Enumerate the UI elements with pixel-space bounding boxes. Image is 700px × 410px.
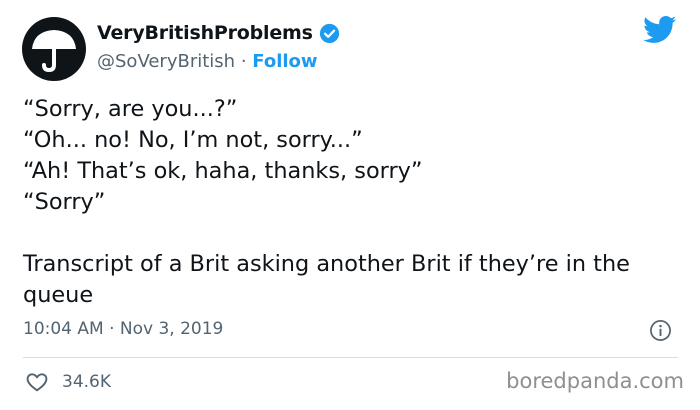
tweet-line-2: “Oh... no! No, I’m not, sorry...” (23, 127, 363, 153)
watermark: boredpanda.com (506, 369, 684, 393)
like-button[interactable]: 34.6K (25, 370, 111, 394)
author-name-row[interactable]: VeryBritishProblems (97, 22, 340, 44)
verified-badge-icon (319, 23, 339, 43)
heart-icon (26, 373, 48, 392)
tweet-caption: Transcript of a Brit asking another Brit… (23, 251, 630, 308)
twitter-bird-icon[interactable] (643, 16, 677, 44)
handle-row: @SoVeryBritish · Follow (97, 51, 318, 72)
like-count: 34.6K (62, 372, 111, 392)
follow-button[interactable]: Follow (252, 51, 317, 72)
umbrella-icon (32, 30, 76, 73)
timestamp-link[interactable]: 10:04 AM · Nov 3, 2019 (23, 319, 223, 339)
divider (23, 357, 678, 358)
display-name[interactable]: VeryBritishProblems (97, 22, 313, 44)
handle[interactable]: @SoVeryBritish (97, 51, 235, 72)
avatar[interactable] (22, 17, 86, 81)
tweet-line-3: “Ah! That’s ok, haha, thanks, sorry” (23, 158, 423, 184)
separator: · (240, 51, 247, 72)
tweet-line-1: “Sorry, are you...?” (23, 96, 238, 122)
tweet-text: “Sorry, are you...?” “Oh... no! No, I’m … (23, 94, 683, 311)
info-icon[interactable] (649, 319, 672, 342)
tweet-line-4: “Sorry” (23, 189, 106, 215)
